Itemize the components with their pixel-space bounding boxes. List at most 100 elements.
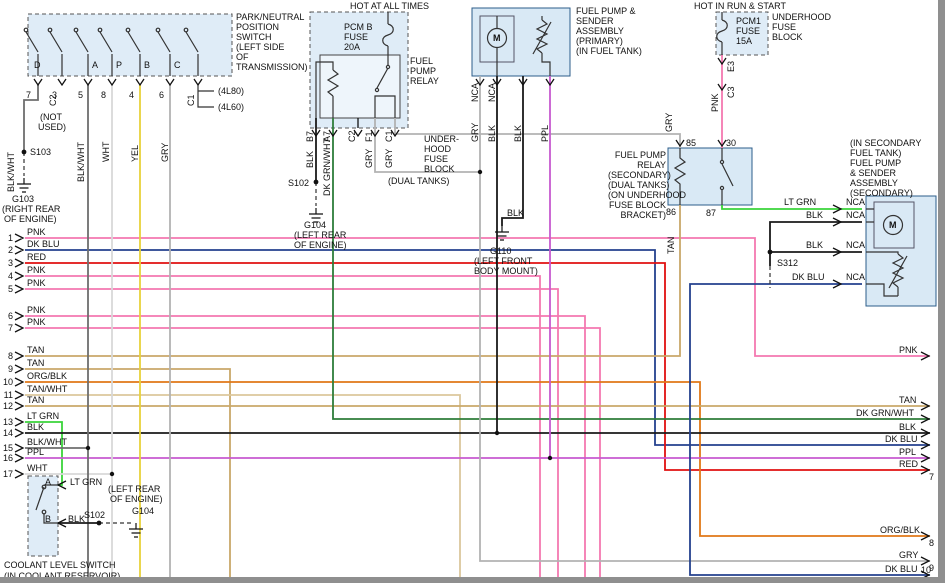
- wire-color-label: PNK: [27, 317, 46, 327]
- wire-color-label: GRY: [899, 550, 918, 560]
- s102-bottom-dot: [97, 521, 102, 526]
- ground-label: OF ENGINE): [294, 240, 347, 250]
- primary-pump-title-line: FUEL PUMP &: [576, 6, 636, 16]
- primary-pump-box: [472, 8, 570, 76]
- secondary-relay-title-line: (ON UNDERHOOD: [608, 190, 666, 200]
- pnp-terminal-letter: C: [174, 60, 181, 70]
- fuse-block-label: FUSE: [772, 22, 796, 32]
- secondary-relay-title-line: FUEL PUMP: [608, 150, 666, 160]
- wire-color-label: BLK: [487, 125, 497, 142]
- ground-label: (LEFT REAR: [108, 484, 160, 494]
- fuse-block-label: UNDERHOOD: [772, 12, 831, 22]
- wire-color-label: PNK: [710, 93, 720, 112]
- secondary-relay-title-line: FUSE BLOCK: [608, 200, 666, 210]
- ground-label: G110: [490, 246, 511, 256]
- fuse-label: FUSE: [736, 26, 760, 36]
- nca-label: NCA: [846, 240, 865, 250]
- fuse-label: FUSE: [344, 32, 368, 42]
- primary-pump-title-line: (PRIMARY): [576, 36, 623, 46]
- pnp-pin-number: 7: [26, 90, 31, 100]
- secondary-pump-arrows: [833, 205, 841, 288]
- wiring-diagram: PARK/NEUTRAL POSITION SWITCH (LEFT SIDE …: [0, 0, 945, 583]
- pnp-title-line: TRANSMISSION): [236, 62, 308, 72]
- secondary-relay-title-line: BRACKET): [608, 210, 666, 220]
- motor-symbol-letter: M: [889, 220, 897, 230]
- pnp-title-line: (LEFT SIDE: [236, 42, 284, 52]
- left-pin-number: 17: [1, 469, 13, 479]
- wire-color-label: RED: [27, 252, 46, 262]
- primary-pump-title-line: ASSEMBLY: [576, 26, 624, 36]
- window-edge-right: [938, 0, 945, 583]
- pin-label: F1: [364, 131, 374, 142]
- wire-color-label: DK BLU: [27, 239, 60, 249]
- wire-color-label: BLK: [68, 514, 85, 524]
- left-pin-number: 15: [1, 443, 13, 453]
- fuse-label: 20A: [344, 42, 360, 52]
- wire-color-label: WHT: [101, 142, 111, 163]
- ground-label: G104: [304, 220, 326, 230]
- ground-label: (LEFT FRONT: [474, 256, 532, 266]
- motor-symbol-letter: M: [493, 33, 501, 43]
- wire-color-label: BLK/WHT: [6, 152, 16, 192]
- secondary-relay-title-line: (SECONDARY): [608, 170, 666, 180]
- wire-color-label: ORG/BLK: [880, 525, 920, 535]
- wire-color-label: PPL: [540, 125, 550, 142]
- nca-label: NCA: [846, 210, 865, 220]
- wire-color-label: BLK: [899, 422, 916, 432]
- ground-label: (RIGHT REAR: [2, 204, 60, 214]
- ground-label: G104: [132, 506, 154, 516]
- not-used-label: (NOT: [40, 112, 62, 122]
- wire-color-label: DK BLU: [885, 564, 918, 574]
- splice-label: S103: [30, 147, 51, 157]
- left-pin-number: 10: [1, 377, 13, 387]
- hot-in-run-start-label: HOT IN RUN & START: [694, 1, 786, 11]
- fuse-label: PCM1: [736, 16, 761, 26]
- relay-pin-label: 87: [706, 208, 716, 218]
- hot-at-all-times-label: HOT AT ALL TIMES: [350, 1, 429, 11]
- wire-color-label: TAN/WHT: [27, 384, 67, 394]
- wire-tan-row8: [25, 205, 680, 356]
- splice-label: S102: [84, 510, 105, 520]
- splice-label: S102: [288, 178, 309, 188]
- pnp-connector-c2-label: C2: [48, 94, 58, 106]
- pnp-title-line: POSITION: [236, 22, 279, 32]
- wire-color-label: LT GRN: [27, 411, 59, 421]
- secondary-pump-title-line: ASSEMBLY: [850, 178, 898, 188]
- pnp-terminal-letter: B: [144, 60, 150, 70]
- fuse-block-label: UNDER-: [424, 134, 459, 144]
- pnp-pin-arrows: [34, 79, 202, 85]
- wire-color-label: PNK: [27, 278, 46, 288]
- fuse-label: 15A: [736, 36, 752, 46]
- right-pin-number: 10: [921, 565, 931, 575]
- relay-pin-label: 30: [726, 138, 736, 148]
- pnp-terminal-letter: A: [92, 60, 98, 70]
- secondary-pump-box: [866, 196, 936, 306]
- wire-color-label: DK GRN/WHT: [322, 138, 332, 196]
- relay-label: PUMP: [410, 66, 436, 76]
- primary-pump-title-line: (IN FUEL TANK): [576, 46, 642, 56]
- left-pin-number: 8: [1, 351, 13, 361]
- fuse-block-label: BLOCK: [772, 32, 803, 42]
- secondary-relay-title-line: (DUAL TANKS): [608, 180, 666, 190]
- pin-label: B7: [305, 131, 315, 142]
- ground-label: BODY MOUNT): [474, 266, 538, 276]
- nca-label: NCA: [846, 272, 865, 282]
- fuse-block-label: FUSE: [424, 154, 448, 164]
- coolant-pin-arrows: [58, 481, 66, 527]
- wire-color-label: BLK: [806, 240, 823, 250]
- nca-label: NCA: [846, 197, 865, 207]
- wire-color-label: GRY: [384, 149, 394, 168]
- 4l80-4l60-stubs: [198, 85, 214, 107]
- wire-color-label: PNK: [27, 305, 46, 315]
- wire-color-label: BLK: [27, 422, 44, 432]
- relay-pin-label: 85: [686, 138, 696, 148]
- s312-dot: [768, 250, 773, 255]
- wire-color-label: LT GRN: [784, 197, 816, 207]
- pnp-title-line: PARK/NEUTRAL: [236, 12, 304, 22]
- left-pin-number: 1: [1, 233, 13, 243]
- wire-color-label: BLK: [513, 125, 523, 142]
- left-pin-number: 4: [1, 271, 13, 281]
- wire-color-label: BLK/WHT: [76, 142, 86, 182]
- wire-color-label: PNK: [27, 227, 46, 237]
- wire-color-label: DK GRN/WHT: [856, 408, 914, 418]
